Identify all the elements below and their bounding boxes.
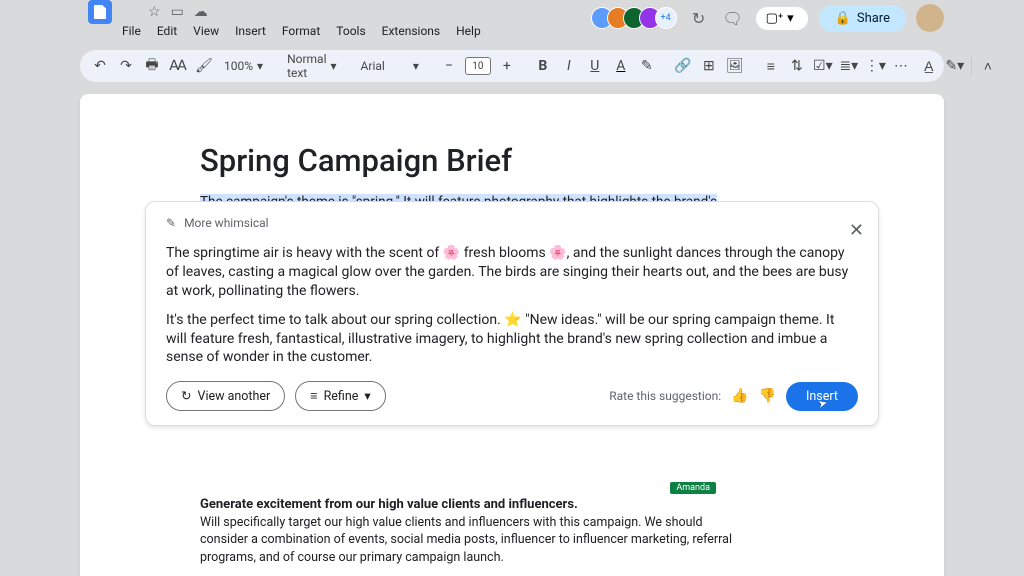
editing-mode-icon[interactable]: ✎▾ [945,58,965,74]
more-collaborators[interactable]: +4 [655,7,677,29]
thumbs-down-icon[interactable]: 👎 [759,388,776,404]
chevron-down-icon: ▾ [364,388,370,404]
star-icon: ⭐ [504,312,521,328]
minus-icon[interactable]: − [439,58,459,74]
docs-logo-icon[interactable] [88,0,112,24]
chevron-down-icon: ▾ [331,59,337,73]
more-icon[interactable]: ⋯ [891,58,911,74]
image-icon[interactable]: 🖼 [725,58,745,74]
prompt-chip[interactable]: More whimsical [184,216,269,230]
close-icon[interactable]: ✕ [849,220,864,241]
header-right: +4 ↻ 🗨 ▢⁺ ▾ 🔒 Share [597,4,944,32]
highlight-icon[interactable]: ✎ [637,58,657,74]
doc-title[interactable]: Spring Campaign Brief [200,142,824,179]
rate-label: Rate this suggestion: [609,389,721,403]
spell-icon[interactable]: A̲ [919,58,939,75]
menu-file[interactable]: File [122,24,141,42]
align-icon[interactable]: ≡ [761,58,781,75]
menu-help[interactable]: Help [456,24,481,42]
separator [971,57,972,75]
share-button[interactable]: 🔒 Share [819,5,906,32]
panel-header: ✎ More whimsical [166,216,858,230]
refine-button[interactable]: ≡ Refine ▾ [295,381,385,411]
magic-pencil-icon: ✎ [166,216,176,230]
lock-icon: 🔒 [835,11,851,26]
thumbs-up-icon[interactable]: 👍 [731,388,748,404]
insert-button[interactable]: Insert ➤ [786,382,858,411]
bulleted-list-icon[interactable]: ≣▾ [839,58,859,74]
cloud-icon[interactable]: ☁ [194,4,208,20]
star-icon[interactable]: ☆ [148,4,161,20]
section-heading[interactable]: Generate excitement from our high value … [200,497,740,512]
style-dropdown[interactable]: Normal text ▾ [283,50,340,82]
history-icon[interactable]: ↻ [687,9,711,28]
collaborator-tag[interactable]: Amanda [670,482,716,494]
chevron-down-icon: ▾ [787,11,794,26]
title-bar: ☆ ▭ ☁ +4 ↻ 🗨 ▢⁺ ▾ 🔒 [80,0,944,24]
doc-section[interactable]: Amanda Generate excitement from our high… [200,497,740,567]
move-icon[interactable]: ▭ [171,4,184,20]
app-shell: ☆ ▭ ☁ +4 ↻ 🗨 ▢⁺ ▾ 🔒 [0,0,1024,576]
chevron-down-icon: ▾ [257,59,263,73]
account-avatar[interactable] [916,4,944,32]
menu-edit[interactable]: Edit [157,24,177,42]
section-body[interactable]: Will specifically target our high value … [200,514,740,567]
meet-button[interactable]: ▢⁺ ▾ [755,6,809,31]
collaborator-avatars[interactable]: +4 [597,7,677,29]
numbered-list-icon[interactable]: ⋮▾ [865,58,885,74]
font-dropdown[interactable]: Arial ▾ [357,57,423,75]
menu-extensions[interactable]: Extensions [382,24,440,42]
view-another-button[interactable]: ↻ View another [166,381,285,411]
link-icon[interactable]: 🔗 [673,58,693,74]
menu-insert[interactable]: Insert [235,24,266,42]
bold-icon[interactable]: B [533,58,553,74]
italic-icon[interactable]: I [559,58,579,74]
toolbar: ↶ ↷ 🖶 Ꜳ 🖌 100% ▾ Normal text ▾ Arial ▾ [80,50,944,82]
menu-format[interactable]: Format [282,24,320,42]
video-icon: ▢⁺ [766,11,784,26]
print-icon[interactable]: 🖶 [142,54,162,78]
tune-icon: ≡ [310,389,317,404]
panel-footer: ↻ View another ≡ Refine ▾ Rate this sugg… [166,381,858,411]
ai-suggestion-panel: ✎ More whimsical ✕ The springtime air is… [145,201,879,426]
zoom-dropdown[interactable]: 100% ▾ [220,57,267,75]
window-frame: ☆ ▭ ☁ +4 ↻ 🗨 ▢⁺ ▾ 🔒 [80,0,944,576]
spellcheck-icon[interactable]: Ꜳ [168,58,188,74]
underline-icon[interactable]: U [585,58,605,74]
suggestion-body: The springtime air is heavy with the sce… [166,244,858,367]
suggestion-paragraph: The springtime air is heavy with the sce… [166,244,858,301]
redo-icon[interactable]: ↷ [116,58,136,74]
menu-tools[interactable]: Tools [336,24,365,42]
line-spacing-icon[interactable]: ⇅ [787,58,807,74]
font-size-input[interactable]: 10 [465,57,491,75]
comments-icon[interactable]: 🗨 [721,9,745,28]
undo-icon[interactable]: ↶ [90,58,110,74]
plus-icon[interactable]: + [497,58,517,74]
flower-icon: 🌸 [549,245,566,261]
menu-view[interactable]: View [193,24,219,42]
share-label: Share [857,11,890,26]
suggestion-paragraph: It's the perfect time to talk about our … [166,311,858,368]
flower-icon: 🌸 [443,245,460,261]
refresh-icon: ↻ [181,388,191,404]
paint-format-icon[interactable]: 🖌 [194,58,214,74]
text-color-icon[interactable]: A [611,58,631,74]
doc-quick-actions: ☆ ▭ ☁ [148,4,208,20]
comment-icon[interactable]: ⊞ [699,58,719,74]
checklist-icon[interactable]: ☑▾ [813,58,833,74]
document-page[interactable]: Spring Campaign Brief The campaign's the… [80,94,944,576]
chevron-down-icon: ▾ [413,59,419,73]
chevron-up-icon[interactable]: ˄ [978,58,998,75]
